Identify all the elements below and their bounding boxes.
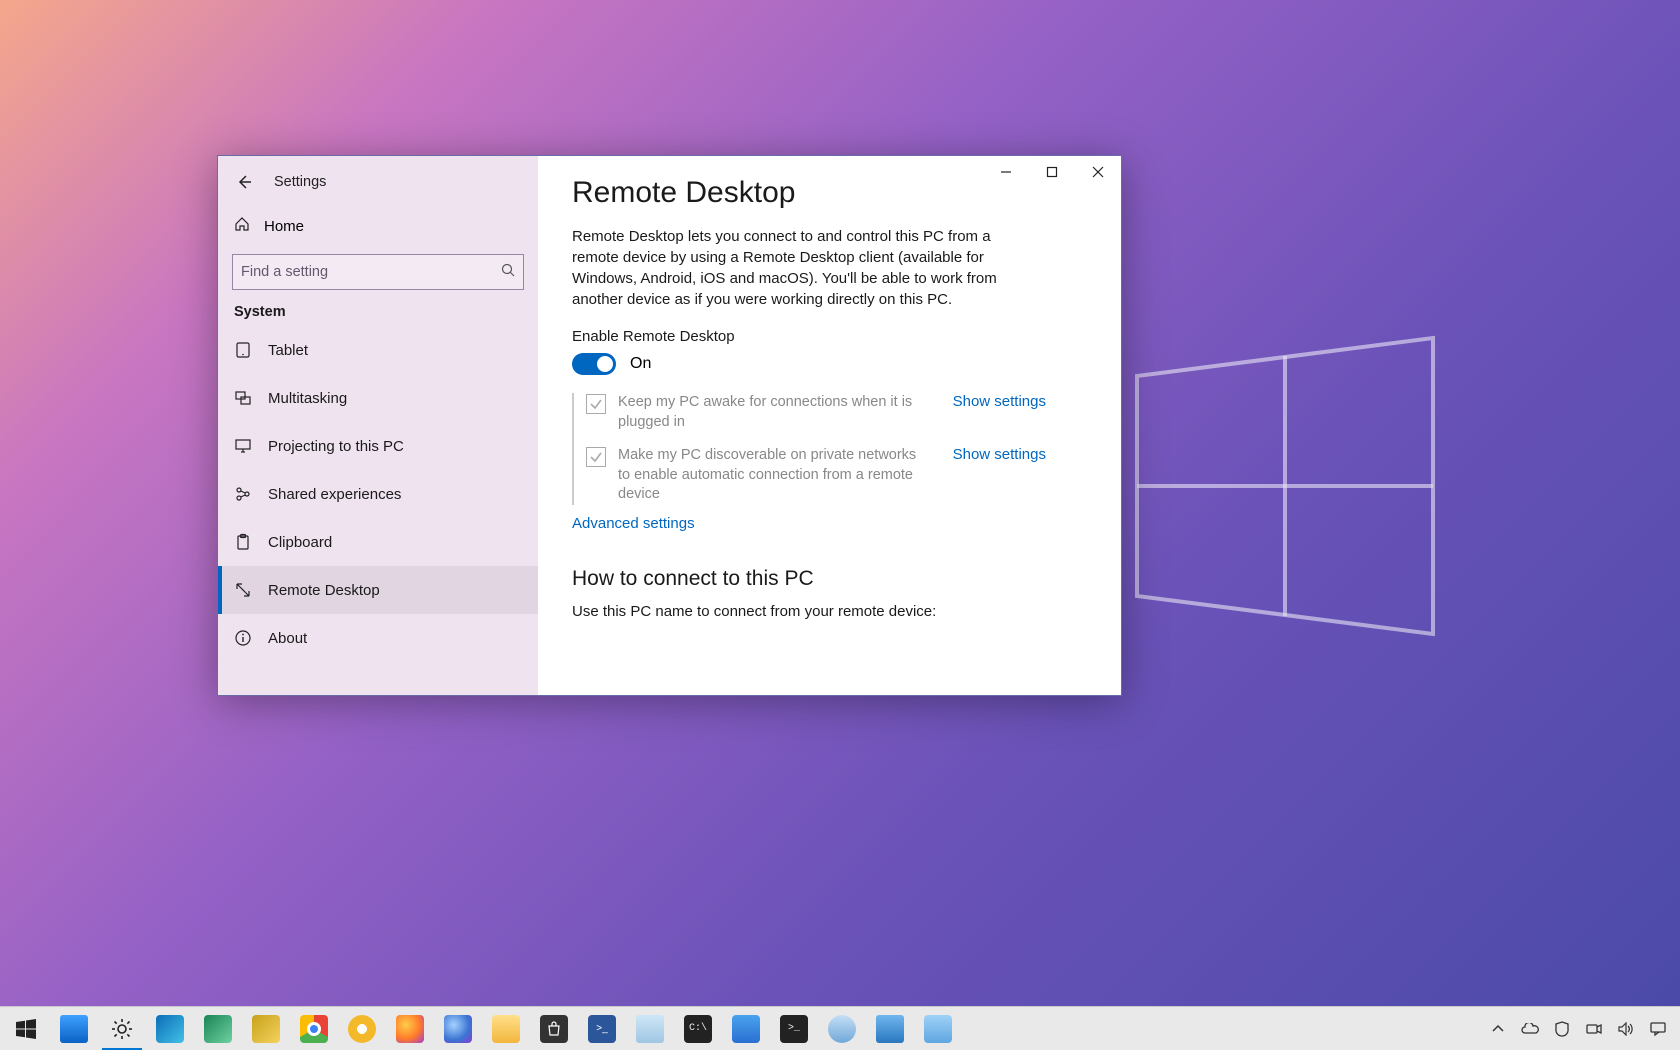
desktop: Settings Home Find a setting System Tabl… — [0, 0, 1680, 1050]
edge-canary-icon — [252, 1015, 280, 1043]
keep-awake-checkbox[interactable] — [586, 394, 606, 414]
notepad-icon — [636, 1015, 664, 1043]
tablet-icon — [234, 341, 252, 359]
window-title: Settings — [274, 174, 326, 190]
close-button[interactable] — [1075, 156, 1121, 188]
windows-icon — [12, 1015, 40, 1043]
system-tray — [1484, 1007, 1678, 1050]
tray-onedrive[interactable] — [1516, 1007, 1544, 1050]
taskview-icon — [60, 1015, 88, 1043]
folder-icon — [492, 1015, 520, 1043]
keep-awake-show-settings-link[interactable]: Show settings — [953, 393, 1046, 410]
taskbar-notepad[interactable] — [626, 1007, 674, 1050]
nav-section-label: System — [218, 290, 538, 326]
taskbar-edge[interactable] — [146, 1007, 194, 1050]
taskbar-cmd[interactable]: >_ — [770, 1007, 818, 1050]
terminal-icon: C:\ — [684, 1015, 712, 1043]
taskbar-remote[interactable] — [866, 1007, 914, 1050]
taskbar-photos[interactable] — [722, 1007, 770, 1050]
remote-desktop-icon — [234, 581, 252, 599]
tray-volume[interactable] — [1612, 1007, 1640, 1050]
chrome-icon — [300, 1015, 328, 1043]
nav-label: Clipboard — [268, 534, 332, 551]
nav-home-label: Home — [264, 218, 304, 235]
taskbar-firefox-dev[interactable] — [434, 1007, 482, 1050]
howto-title: How to connect to this PC — [572, 567, 1087, 591]
taskview-button[interactable] — [50, 1007, 98, 1050]
nav-label: Shared experiences — [268, 486, 401, 503]
settings-window: Settings Home Find a setting System Tabl… — [217, 155, 1122, 696]
multitasking-icon — [234, 389, 252, 407]
tray-overflow[interactable] — [1484, 1007, 1512, 1050]
tray-action-center[interactable] — [1644, 1007, 1672, 1050]
remote-icon — [876, 1015, 904, 1043]
howto-text: Use this PC name to connect from your re… — [572, 603, 1087, 620]
taskbar-powershell[interactable]: >_ — [578, 1007, 626, 1050]
taskbar-file-explorer[interactable] — [482, 1007, 530, 1050]
cmd-icon: >_ — [780, 1015, 808, 1043]
edge-icon — [156, 1015, 184, 1043]
taskbar-terminal[interactable]: C:\ — [674, 1007, 722, 1050]
nav-label: Projecting to this PC — [268, 438, 404, 455]
settings-content: Remote Desktop Remote Desktop lets you c… — [538, 156, 1121, 695]
page-description: Remote Desktop lets you connect to and c… — [572, 226, 1012, 310]
nav-home[interactable]: Home — [218, 208, 538, 244]
home-icon — [234, 216, 250, 236]
taskbar-paint[interactable] — [914, 1007, 962, 1050]
back-button[interactable] — [236, 174, 252, 190]
enable-label: Enable Remote Desktop — [572, 328, 1087, 345]
nav-shared-experiences[interactable]: Shared experiences — [218, 470, 538, 518]
nav-multitasking[interactable]: Multitasking — [218, 374, 538, 422]
nav-clipboard[interactable]: Clipboard — [218, 518, 538, 566]
nav-remote-desktop[interactable]: Remote Desktop — [218, 566, 538, 614]
taskbar-explorer[interactable] — [818, 1007, 866, 1050]
projecting-icon — [234, 437, 252, 455]
discoverable-show-settings-link[interactable]: Show settings — [953, 446, 1046, 463]
store-icon — [540, 1015, 568, 1043]
search-icon — [501, 263, 515, 281]
taskbar-chrome-canary[interactable] — [338, 1007, 386, 1050]
photos-icon — [732, 1015, 760, 1043]
taskbar-firefox[interactable] — [386, 1007, 434, 1050]
taskbar-chrome[interactable] — [290, 1007, 338, 1050]
chrome-canary-icon — [348, 1015, 376, 1043]
nav-label: About — [268, 630, 307, 647]
explorer-icon — [828, 1015, 856, 1043]
minimize-button[interactable] — [983, 156, 1029, 188]
advanced-settings-link[interactable]: Advanced settings — [572, 515, 695, 532]
search-input[interactable]: Find a setting — [232, 254, 524, 290]
settings-sidebar: Settings Home Find a setting System Tabl… — [218, 156, 538, 695]
tray-meet-now[interactable] — [1580, 1007, 1608, 1050]
taskbar-edge-dev[interactable] — [194, 1007, 242, 1050]
nav-tablet[interactable]: Tablet — [218, 326, 538, 374]
discoverable-checkbox[interactable] — [586, 447, 606, 467]
nav-about[interactable]: About — [218, 614, 538, 662]
nav-label: Multitasking — [268, 390, 347, 407]
windows-logo-outline — [1135, 336, 1435, 636]
tray-security[interactable] — [1548, 1007, 1576, 1050]
taskbar-settings[interactable] — [98, 1007, 146, 1050]
gear-icon — [108, 1015, 136, 1043]
firefox-icon — [396, 1015, 424, 1043]
search-placeholder: Find a setting — [241, 264, 501, 280]
firefox-dev-icon — [444, 1015, 472, 1043]
keep-awake-label: Keep my PC awake for connections when it… — [618, 393, 925, 432]
toggle-state: On — [630, 355, 651, 373]
nav-projecting[interactable]: Projecting to this PC — [218, 422, 538, 470]
edge-dev-icon — [204, 1015, 232, 1043]
discoverable-label: Make my PC discoverable on private netwo… — [618, 446, 925, 505]
powershell-icon: >_ — [588, 1015, 616, 1043]
about-icon — [234, 629, 252, 647]
taskbar-edge-canary[interactable] — [242, 1007, 290, 1050]
nav-label: Tablet — [268, 342, 308, 359]
clipboard-icon — [234, 533, 252, 551]
enable-remote-desktop-toggle[interactable] — [572, 353, 616, 375]
taskbar-store[interactable] — [530, 1007, 578, 1050]
start-button[interactable] — [2, 1007, 50, 1050]
maximize-button[interactable] — [1029, 156, 1075, 188]
shared-icon — [234, 485, 252, 503]
nav-label: Remote Desktop — [268, 582, 380, 599]
paint-icon — [924, 1015, 952, 1043]
taskbar: >_ C:\ >_ — [0, 1006, 1680, 1050]
